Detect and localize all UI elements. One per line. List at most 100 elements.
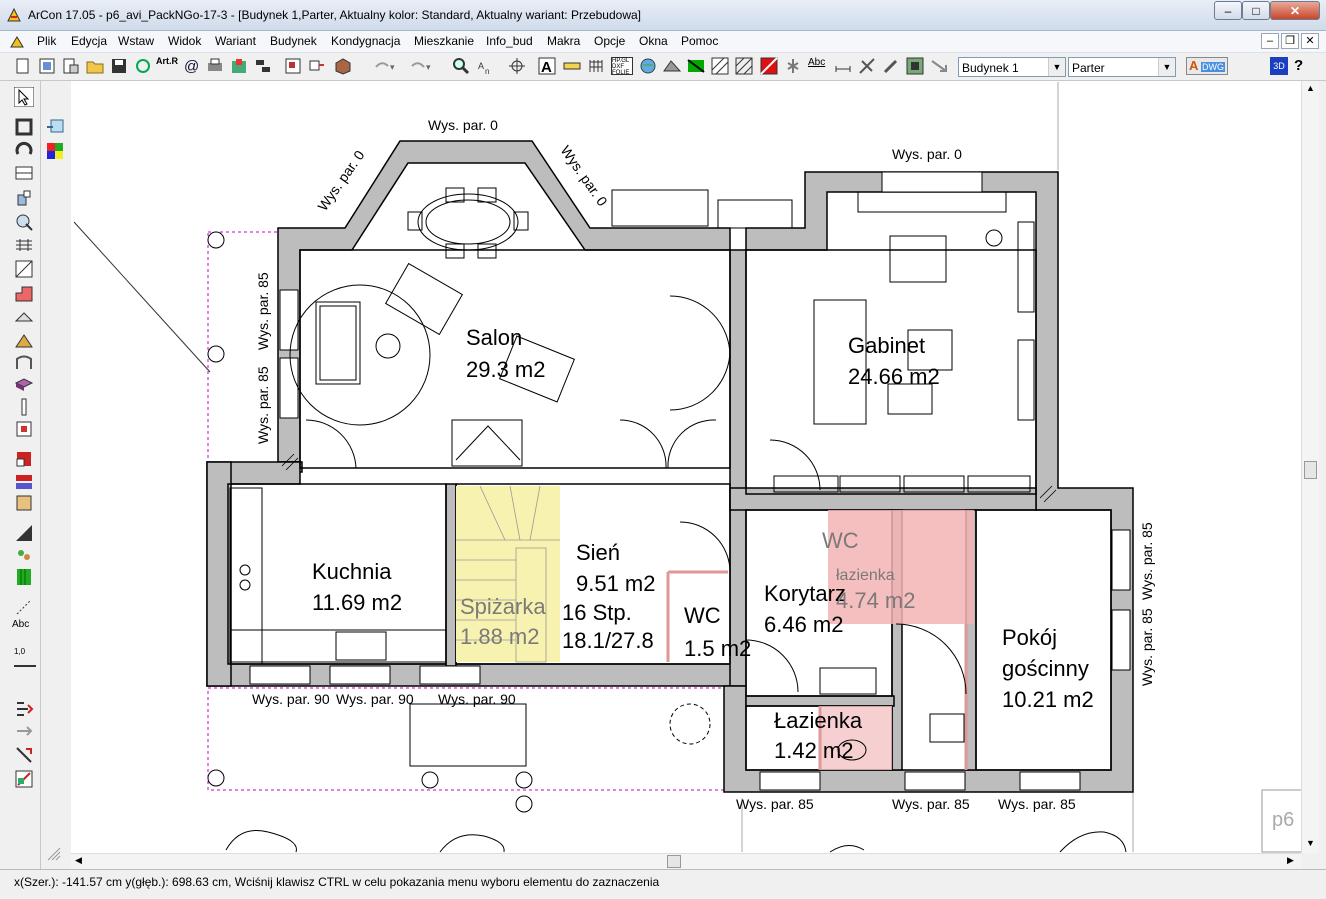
art-r-icon[interactable]: Art.R xyxy=(156,57,180,75)
color-fill-icon[interactable] xyxy=(760,57,778,75)
close-button[interactable]: ✕ xyxy=(1270,1,1320,20)
terrain-icon[interactable] xyxy=(663,57,681,75)
horizontal-scroll-thumb[interactable] xyxy=(667,855,681,868)
plant-icon[interactable] xyxy=(14,545,34,565)
globe-icon[interactable] xyxy=(639,57,657,75)
menu-plik[interactable]: Plik xyxy=(37,34,56,48)
scroll-right-icon[interactable]: ▶ xyxy=(1287,855,1294,866)
undo-icon[interactable]: ▾ xyxy=(372,57,398,75)
snap-target-icon[interactable] xyxy=(508,57,526,75)
resize-grip-icon[interactable] xyxy=(45,845,63,863)
wall-icon[interactable] xyxy=(14,117,34,137)
wardrobe-icon[interactable] xyxy=(14,449,34,469)
texture-icon[interactable] xyxy=(906,57,924,75)
dimension-icon[interactable] xyxy=(563,57,581,75)
transfer-icon[interactable] xyxy=(14,699,34,719)
pen-icon[interactable] xyxy=(882,57,900,75)
minimize-button[interactable]: – xyxy=(1214,1,1242,20)
menu-info-bud[interactable]: Info_bud xyxy=(486,34,533,48)
mdi-restore-button[interactable]: ❐ xyxy=(1281,33,1299,49)
layer-icon[interactable] xyxy=(45,117,65,137)
roof-icon[interactable] xyxy=(14,283,34,303)
vertical-scroll-thumb[interactable] xyxy=(1304,461,1317,479)
new-file-icon[interactable] xyxy=(14,57,32,75)
hatch-fill-icon[interactable] xyxy=(735,57,753,75)
menu-wstaw[interactable]: Wstaw xyxy=(118,34,154,48)
3d-object-icon[interactable] xyxy=(334,57,352,75)
scroll-down-icon[interactable]: ▼ xyxy=(1306,838,1315,848)
move-icon[interactable] xyxy=(14,721,34,741)
fence-icon[interactable] xyxy=(14,567,34,587)
help-cursor-icon[interactable]: ? xyxy=(1294,57,1314,75)
arrow-tool-icon[interactable] xyxy=(930,57,948,75)
scale-icon[interactable] xyxy=(834,57,852,75)
tree-icon[interactable] xyxy=(784,57,802,75)
terrain-edit-icon[interactable] xyxy=(687,57,705,75)
mdi-close-button[interactable]: ✕ xyxy=(1301,33,1319,49)
zoom-icon[interactable] xyxy=(452,57,470,75)
text-label-icon[interactable]: Abc xyxy=(12,619,36,639)
dwg-export-button[interactable]: A DWG xyxy=(1186,57,1228,75)
network-icon[interactable] xyxy=(254,57,272,75)
new-plan-icon[interactable] xyxy=(38,57,56,75)
insert-object-icon[interactable] xyxy=(308,57,326,75)
hatch-icon[interactable] xyxy=(711,57,729,75)
stairs-icon[interactable] xyxy=(14,212,34,232)
slab-icon[interactable] xyxy=(14,235,34,255)
save-icon[interactable] xyxy=(110,57,128,75)
color-palette-icon[interactable] xyxy=(45,141,65,161)
open-folder-icon[interactable] xyxy=(86,57,104,75)
dormer-icon[interactable] xyxy=(14,307,34,327)
text-tool-icon[interactable]: A xyxy=(538,57,556,75)
support-icon[interactable] xyxy=(14,397,34,417)
snap-off-icon[interactable] xyxy=(858,57,876,75)
menu-kondygnacja[interactable]: Kondygnacja xyxy=(331,34,400,48)
arc-wall-icon[interactable] xyxy=(14,140,34,160)
maximize-button[interactable]: □ xyxy=(1242,1,1270,20)
window-icon[interactable] xyxy=(14,163,34,183)
menu-mieszkanie[interactable]: Mieszkanie xyxy=(414,34,474,48)
hpgl-export-icon[interactable]: HP.GL DXF FOLIE xyxy=(611,57,633,76)
grid-icon[interactable] xyxy=(587,57,605,75)
building-select[interactable]: Budynek 1 ▼ xyxy=(958,57,1066,77)
menu-opcje[interactable]: Opcje xyxy=(594,34,625,48)
scroll-left-icon[interactable]: ◀ xyxy=(75,855,82,866)
print-icon[interactable] xyxy=(206,57,224,75)
horizontal-scrollbar[interactable]: ◀ ▶ xyxy=(71,853,1301,870)
scroll-up-icon[interactable]: ▲ xyxy=(1306,83,1315,93)
menu-makra[interactable]: Makra xyxy=(547,34,580,48)
door-icon[interactable] xyxy=(14,189,34,209)
mdi-minimize-button[interactable]: – xyxy=(1261,33,1279,49)
view-2d-icon[interactable] xyxy=(284,57,302,75)
label-abc-icon[interactable]: Abc xyxy=(808,57,830,75)
room-icon[interactable] xyxy=(14,375,34,395)
plot-icon[interactable] xyxy=(134,57,152,75)
column-icon[interactable] xyxy=(14,353,34,373)
open-template-icon[interactable] xyxy=(62,57,80,75)
image-icon[interactable] xyxy=(14,769,34,789)
email-icon[interactable]: @ xyxy=(182,57,200,75)
pointer-icon[interactable] xyxy=(14,87,34,107)
dimension-scale-icon[interactable]: 1,0 xyxy=(14,647,36,667)
terrain-icon[interactable] xyxy=(14,523,34,543)
vertical-scrollbar[interactable]: ▲ ▼ xyxy=(1301,81,1319,853)
redo-icon[interactable]: ▾ xyxy=(408,57,434,75)
print-preview-icon[interactable] xyxy=(230,57,248,75)
zoom-all-icon[interactable]: An xyxy=(476,57,494,75)
floor-select[interactable]: Parter ▼ xyxy=(1068,57,1176,77)
line-icon[interactable] xyxy=(14,597,34,617)
kitchen-icon[interactable] xyxy=(14,471,34,491)
drawing-canvas[interactable]: Salon 29.3 m2 Gabinet 24.66 m2 Kuchnia 1… xyxy=(71,81,1301,853)
menu-wariant[interactable]: Wariant xyxy=(215,34,256,48)
menu-pomoc[interactable]: Pomoc xyxy=(681,34,718,48)
menu-okna[interactable]: Okna xyxy=(639,34,668,48)
menu-edycja[interactable]: Edycja xyxy=(71,34,107,48)
measure-icon[interactable] xyxy=(14,745,34,765)
floor-icon[interactable] xyxy=(14,259,34,279)
catalog-icon[interactable] xyxy=(14,493,34,513)
menu-widok[interactable]: Widok xyxy=(168,34,201,48)
beam-icon[interactable] xyxy=(14,419,34,439)
chimney-icon[interactable] xyxy=(14,331,34,351)
3d-view-button[interactable]: 3D xyxy=(1270,57,1288,75)
menu-budynek[interactable]: Budynek xyxy=(270,34,317,48)
